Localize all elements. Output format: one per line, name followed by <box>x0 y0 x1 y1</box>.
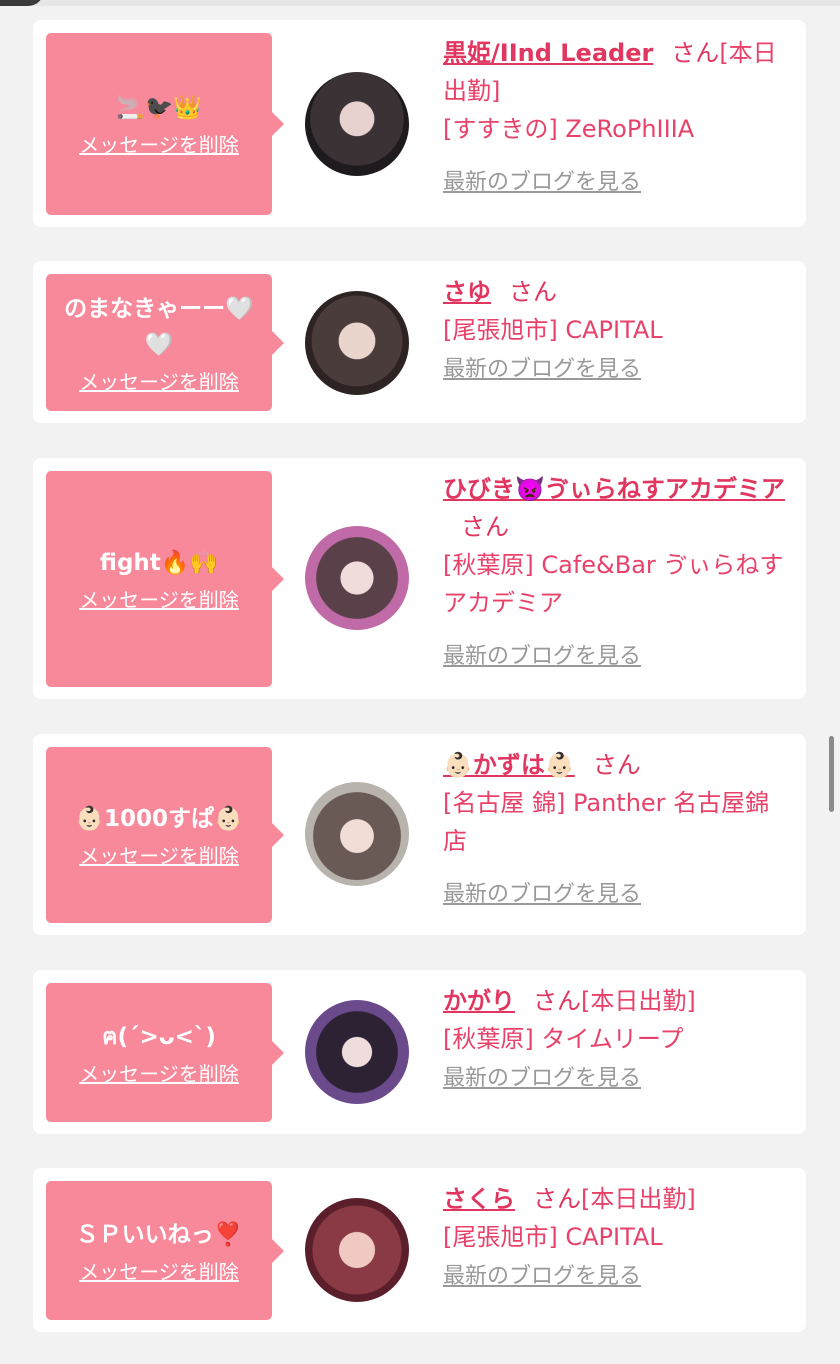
avatar[interactable] <box>305 1198 409 1302</box>
shop-name: [秋葉原] タイムリープ <box>443 1025 684 1053</box>
shop-name: [尾張旭市] CAPITAL <box>443 316 663 344</box>
cast-info: ひびき👿ゔぃらねすアカデミアさん [秋葉原] Cafe&Bar ゔぃらねすアカデ… <box>443 470 793 676</box>
message-text: ＳＰいいねっ❣️ <box>75 1221 243 1248</box>
message-card: のまなきゃーー🤍🤍 メッセージを削除 さゆ さん [尾張旭市] CAPITAL 最… <box>33 261 806 423</box>
latest-blog-link[interactable]: 最新のブログを見る <box>443 1060 641 1098</box>
cast-info: 👶🏻かずは👶🏻 さん [名古屋 錦] Panther 名古屋錦店 最新のブログを見… <box>443 746 793 914</box>
latest-blog-link[interactable]: 最新のブログを見る <box>443 1258 641 1296</box>
latest-blog-link[interactable]: 最新のブログを見る <box>443 876 641 914</box>
message-card: ＳＰいいねっ❣️ メッセージを削除 さくら さん[本日出勤] [尾張旭市] CAP… <box>33 1168 806 1332</box>
delete-message-link[interactable]: メッセージを削除 <box>79 1259 239 1285</box>
delete-message-link[interactable]: メッセージを削除 <box>79 843 239 869</box>
message-text: fight🔥🙌 <box>99 550 219 576</box>
message-bubble: ฅ(ˊ>ᴗ<ˋ) メッセージを削除 <box>46 983 284 1122</box>
cast-info: 黒姫/IInd Leader さん[本日出勤] [すすきの] ZeRoPhIIIA… <box>443 34 793 202</box>
honorific: さん <box>461 513 509 541</box>
avatar[interactable] <box>305 782 409 886</box>
cast-info: さくら さん[本日出勤] [尾張旭市] CAPITAL 最新のブログを見る <box>443 1180 793 1296</box>
shop-name: [名古屋 錦] Panther 名古屋錦店 <box>443 789 770 855</box>
cast-name-link[interactable]: かがり <box>443 987 515 1015</box>
message-text: ฅ(ˊ>ᴗ<ˋ) <box>102 1023 216 1050</box>
honorific: さん <box>671 39 720 67</box>
cast-name-link[interactable]: ひびき👿ゔぃらねすアカデミア <box>443 475 785 503</box>
message-bubble: ＳＰいいねっ❣️ メッセージを削除 <box>46 1181 284 1320</box>
avatar[interactable] <box>305 291 409 395</box>
honorific: さん <box>592 751 641 779</box>
message-text: のまなきゃーー🤍🤍 <box>64 295 254 358</box>
message-card: fight🔥🙌 メッセージを削除 ひびき👿ゔぃらねすアカデミアさん [秋葉原] … <box>33 458 806 699</box>
delete-message-link[interactable]: メッセージを削除 <box>79 1061 239 1087</box>
work-status: [本日出勤] <box>581 1185 696 1213</box>
message-bubble: 👶🏻1000すぱ👶🏻 メッセージを削除 <box>46 747 284 923</box>
cast-info: さゆ さん [尾張旭市] CAPITAL 最新のブログを見る <box>443 273 793 389</box>
top-strip <box>0 0 840 6</box>
message-card: 👶🏻1000すぱ👶🏻 メッセージを削除 👶🏻かずは👶🏻 さん [名古屋 錦] Pa… <box>33 734 806 935</box>
cast-name-link[interactable]: さくら <box>443 1185 515 1213</box>
message-card: ฅ(ˊ>ᴗ<ˋ) メッセージを削除 かがり さん[本日出勤] [秋葉原] タイムリ… <box>33 970 806 1134</box>
message-text: 👶🏻1000すぱ👶🏻 <box>75 806 243 832</box>
avatar[interactable] <box>305 526 409 630</box>
honorific: さん <box>509 278 557 306</box>
cast-name-link[interactable]: 👶🏻かずは👶🏻 <box>443 751 575 779</box>
latest-blog-link[interactable]: 最新のブログを見る <box>443 638 641 676</box>
cast-name-link[interactable]: 黒姫/IInd Leader <box>443 39 653 67</box>
message-bubble: のまなきゃーー🤍🤍 メッセージを削除 <box>46 274 284 411</box>
honorific: さん <box>533 1185 581 1213</box>
cast-info: かがり さん[本日出勤] [秋葉原] タイムリープ 最新のブログを見る <box>443 982 793 1098</box>
message-bubble: fight🔥🙌 メッセージを削除 <box>46 471 284 687</box>
delete-message-link[interactable]: メッセージを削除 <box>79 369 239 395</box>
latest-blog-link[interactable]: 最新のブログを見る <box>443 351 641 389</box>
shop-name: [秋葉原] Cafe&Bar ゔぃらねすアカデミア <box>443 551 784 617</box>
avatar[interactable] <box>305 1000 409 1104</box>
work-status: [本日出勤] <box>581 987 696 1015</box>
status-bar-edge <box>0 0 44 6</box>
message-card: 🚬🐦‍⬛👑 メッセージを削除 黒姫/IInd Leader さん[本日出勤] [す… <box>33 20 806 227</box>
shop-name: [尾張旭市] CAPITAL <box>443 1223 663 1251</box>
shop-name: [すすきの] ZeRoPhIIIA <box>443 115 695 143</box>
avatar[interactable] <box>305 72 409 176</box>
scrollbar[interactable] <box>829 736 834 812</box>
cast-name-link[interactable]: さゆ <box>443 278 491 306</box>
delete-message-link[interactable]: メッセージを削除 <box>79 587 239 613</box>
message-text: 🚬🐦‍⬛👑 <box>116 95 202 121</box>
honorific: さん <box>533 987 581 1015</box>
latest-blog-link[interactable]: 最新のブログを見る <box>443 164 641 202</box>
delete-message-link[interactable]: メッセージを削除 <box>79 132 239 158</box>
message-bubble: 🚬🐦‍⬛👑 メッセージを削除 <box>46 33 284 215</box>
